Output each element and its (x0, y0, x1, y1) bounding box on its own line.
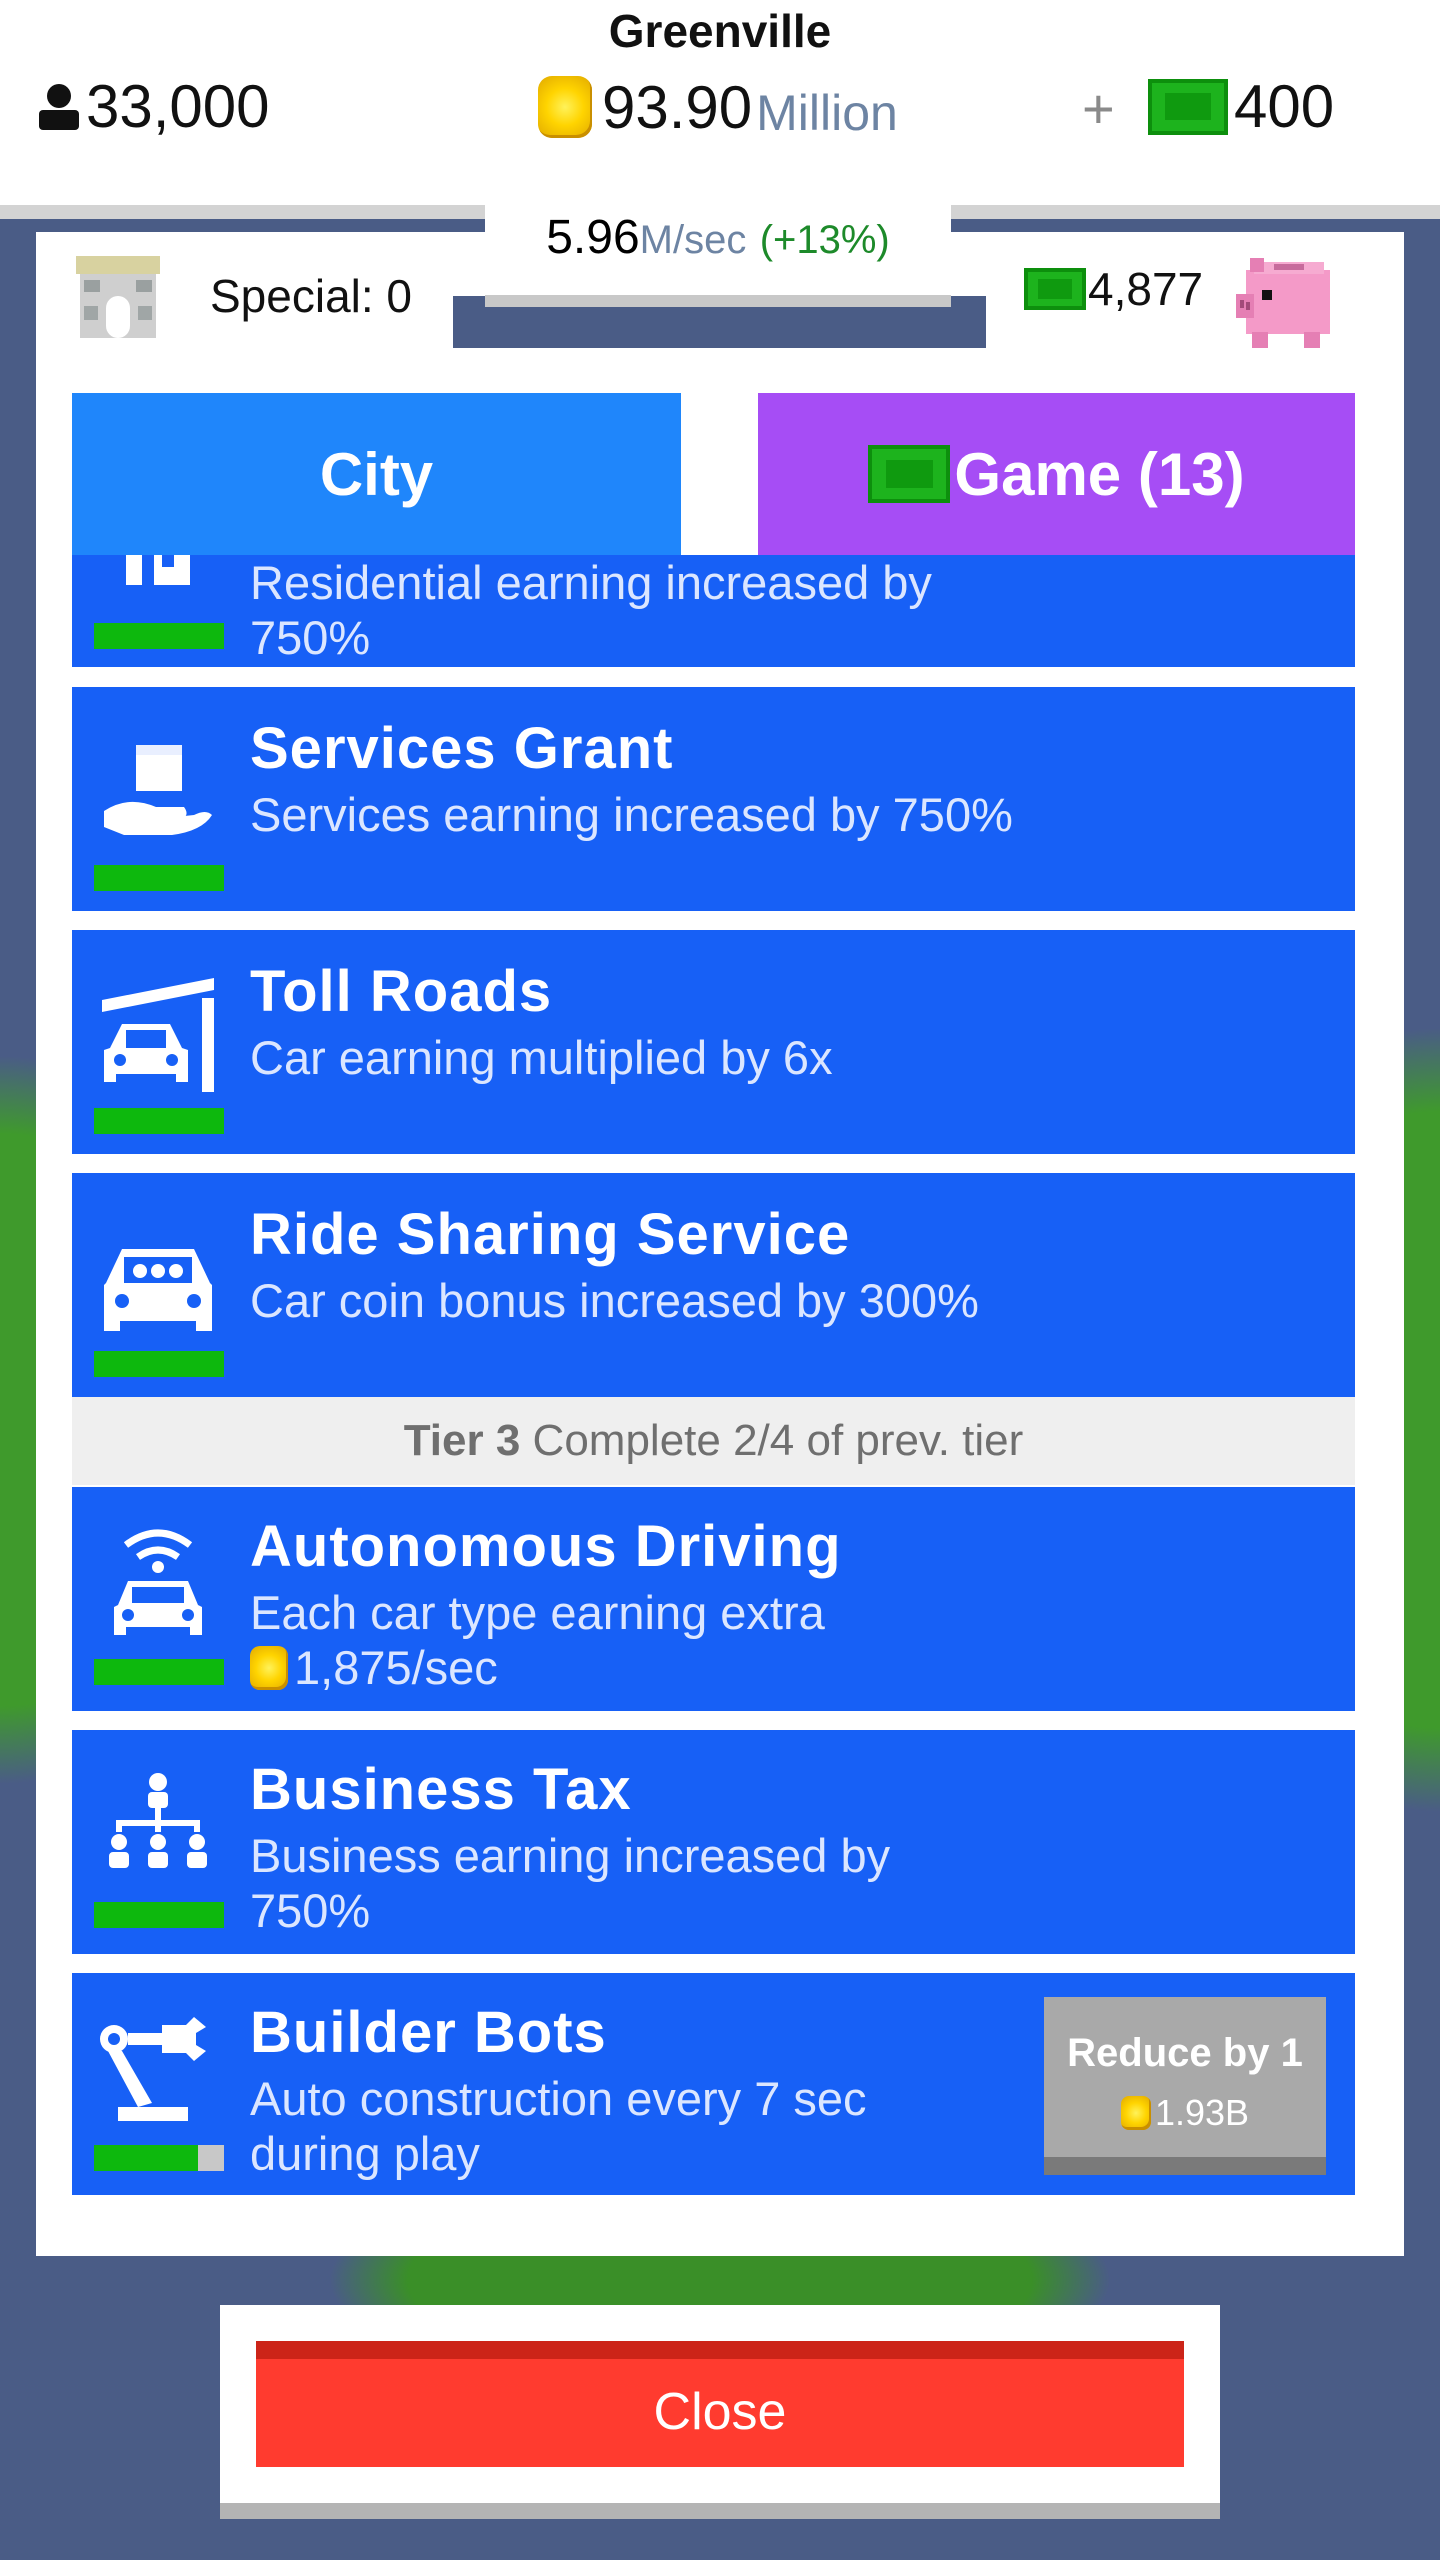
item-title: Toll Roads (250, 959, 553, 1024)
progress-bar (94, 1351, 224, 1377)
list-item[interactable]: Business Tax Business earning increased … (72, 1730, 1355, 1954)
list-item[interactable]: Builder Bots Auto construction every 7 s… (72, 1973, 1355, 2195)
item-description: Car coin bonus increased by 300% (250, 1274, 979, 1327)
list-item[interactable]: Residential earning increased by 750% (72, 555, 1355, 667)
ride-share-car-icon (104, 1249, 212, 1331)
earning-value: 1,875/sec (294, 1641, 498, 1694)
person-icon (39, 83, 79, 130)
population-value: 33,000 (86, 73, 270, 140)
tab-game-label: Game (13) (954, 440, 1245, 508)
reduce-cost: 1.93B (1044, 2092, 1326, 2134)
coin-icon (1120, 2096, 1151, 2130)
top-bar: Greenville 33,000 93.90 Million + 400 (0, 0, 1440, 205)
progress-bar (94, 865, 224, 891)
close-button[interactable]: Close (256, 2341, 1184, 2467)
toll-car-icon (102, 978, 214, 1092)
money-value: 93.90 (602, 73, 753, 141)
item-description-2: during play (250, 2127, 480, 2180)
reduce-button[interactable]: Reduce by 1 1.93B (1044, 1997, 1326, 2175)
item-description: Services earning increased by 750% (250, 788, 1013, 841)
item-title: Builder Bots (250, 2000, 607, 2065)
rate-unit: M/sec (639, 218, 747, 262)
population-stat: 33,000 (36, 72, 270, 141)
item-description: Business earning increased by (250, 1829, 891, 1882)
gem-counter: 4,877 (1024, 262, 1203, 316)
item-description: Car earning multiplied by 6x (250, 1031, 833, 1084)
piggy-bank-icon[interactable] (1232, 244, 1342, 354)
tab-game[interactable]: Game (13) (758, 393, 1355, 555)
tab-city[interactable]: City (72, 393, 681, 555)
item-description: Residential earning increased by (250, 556, 932, 609)
landmark-arch-icon (76, 256, 160, 338)
rate-value: 5.96 (546, 211, 640, 264)
add-cash-button[interactable]: + (1082, 76, 1115, 141)
item-description-2: 750% (250, 1884, 371, 1937)
upgrade-list[interactable]: Residential earning increased by 750% Se… (72, 555, 1355, 2195)
item-title: Ride Sharing Service (250, 1202, 851, 1267)
item-description-2: 750% (250, 611, 371, 664)
cash-icon (1148, 78, 1228, 135)
progress-bar (94, 1902, 224, 1928)
cash-value: 400 (1234, 73, 1335, 140)
city-name: Greenville (608, 5, 832, 57)
special-label: Special: 0 (210, 270, 413, 322)
progress-bar (94, 623, 224, 649)
item-description-2: 1,875/sec (250, 1640, 498, 1695)
tier-requirement: Complete 2/4 of prev. tier (532, 1416, 1024, 1465)
rate-bonus: (+13%) (759, 218, 890, 262)
coin-icon (538, 76, 592, 138)
autonomous-car-icon (114, 1529, 202, 1635)
item-description: Each car type earning extra (250, 1586, 825, 1639)
item-title: Services Grant (250, 716, 674, 781)
money-stat: 93.90 Million (538, 72, 898, 142)
cash-stat: 400 (1148, 72, 1334, 141)
list-item[interactable]: Toll Roads Car earning multiplied by 6x (72, 930, 1355, 1154)
cash-icon (1024, 268, 1086, 310)
close-button-frame: Close (220, 2305, 1220, 2519)
tab-city-label: City (319, 440, 434, 508)
reduce-cost-value: 1.93B (1154, 2092, 1250, 2133)
org-chart-icon (109, 1773, 207, 1868)
cash-icon (868, 445, 951, 503)
list-item[interactable]: Services Grant Services earning increase… (72, 687, 1355, 911)
tier-name: Tier 3 (403, 1416, 521, 1465)
residential-icon (126, 555, 190, 585)
list-item[interactable]: Ride Sharing Service Car coin bonus incr… (72, 1173, 1355, 1397)
gem-value: 4,877 (1088, 263, 1204, 315)
item-title: Business Tax (250, 1757, 632, 1822)
reduce-label: Reduce by 1 (1067, 2031, 1303, 2075)
tier-header: Tier 3 Complete 2/4 of prev. tier (72, 1397, 1355, 1485)
money-suffix: Million (756, 85, 898, 141)
income-rate: 5.96M/sec (+13%) (485, 205, 951, 307)
item-description: Auto construction every 7 sec (250, 2072, 867, 2125)
progress-bar (94, 2145, 198, 2171)
item-title: Autonomous Driving (250, 1514, 842, 1579)
progress-bar-track (94, 2145, 224, 2171)
coin-icon (250, 1645, 288, 1690)
robot-arm-icon (100, 2017, 206, 2121)
progress-bar (94, 1108, 224, 1134)
progress-bar (94, 1659, 224, 1685)
box-in-hand-icon (104, 745, 212, 835)
list-item[interactable]: Autonomous Driving Each car type earning… (72, 1487, 1355, 1711)
special-counter: Special: 0 (72, 250, 412, 342)
